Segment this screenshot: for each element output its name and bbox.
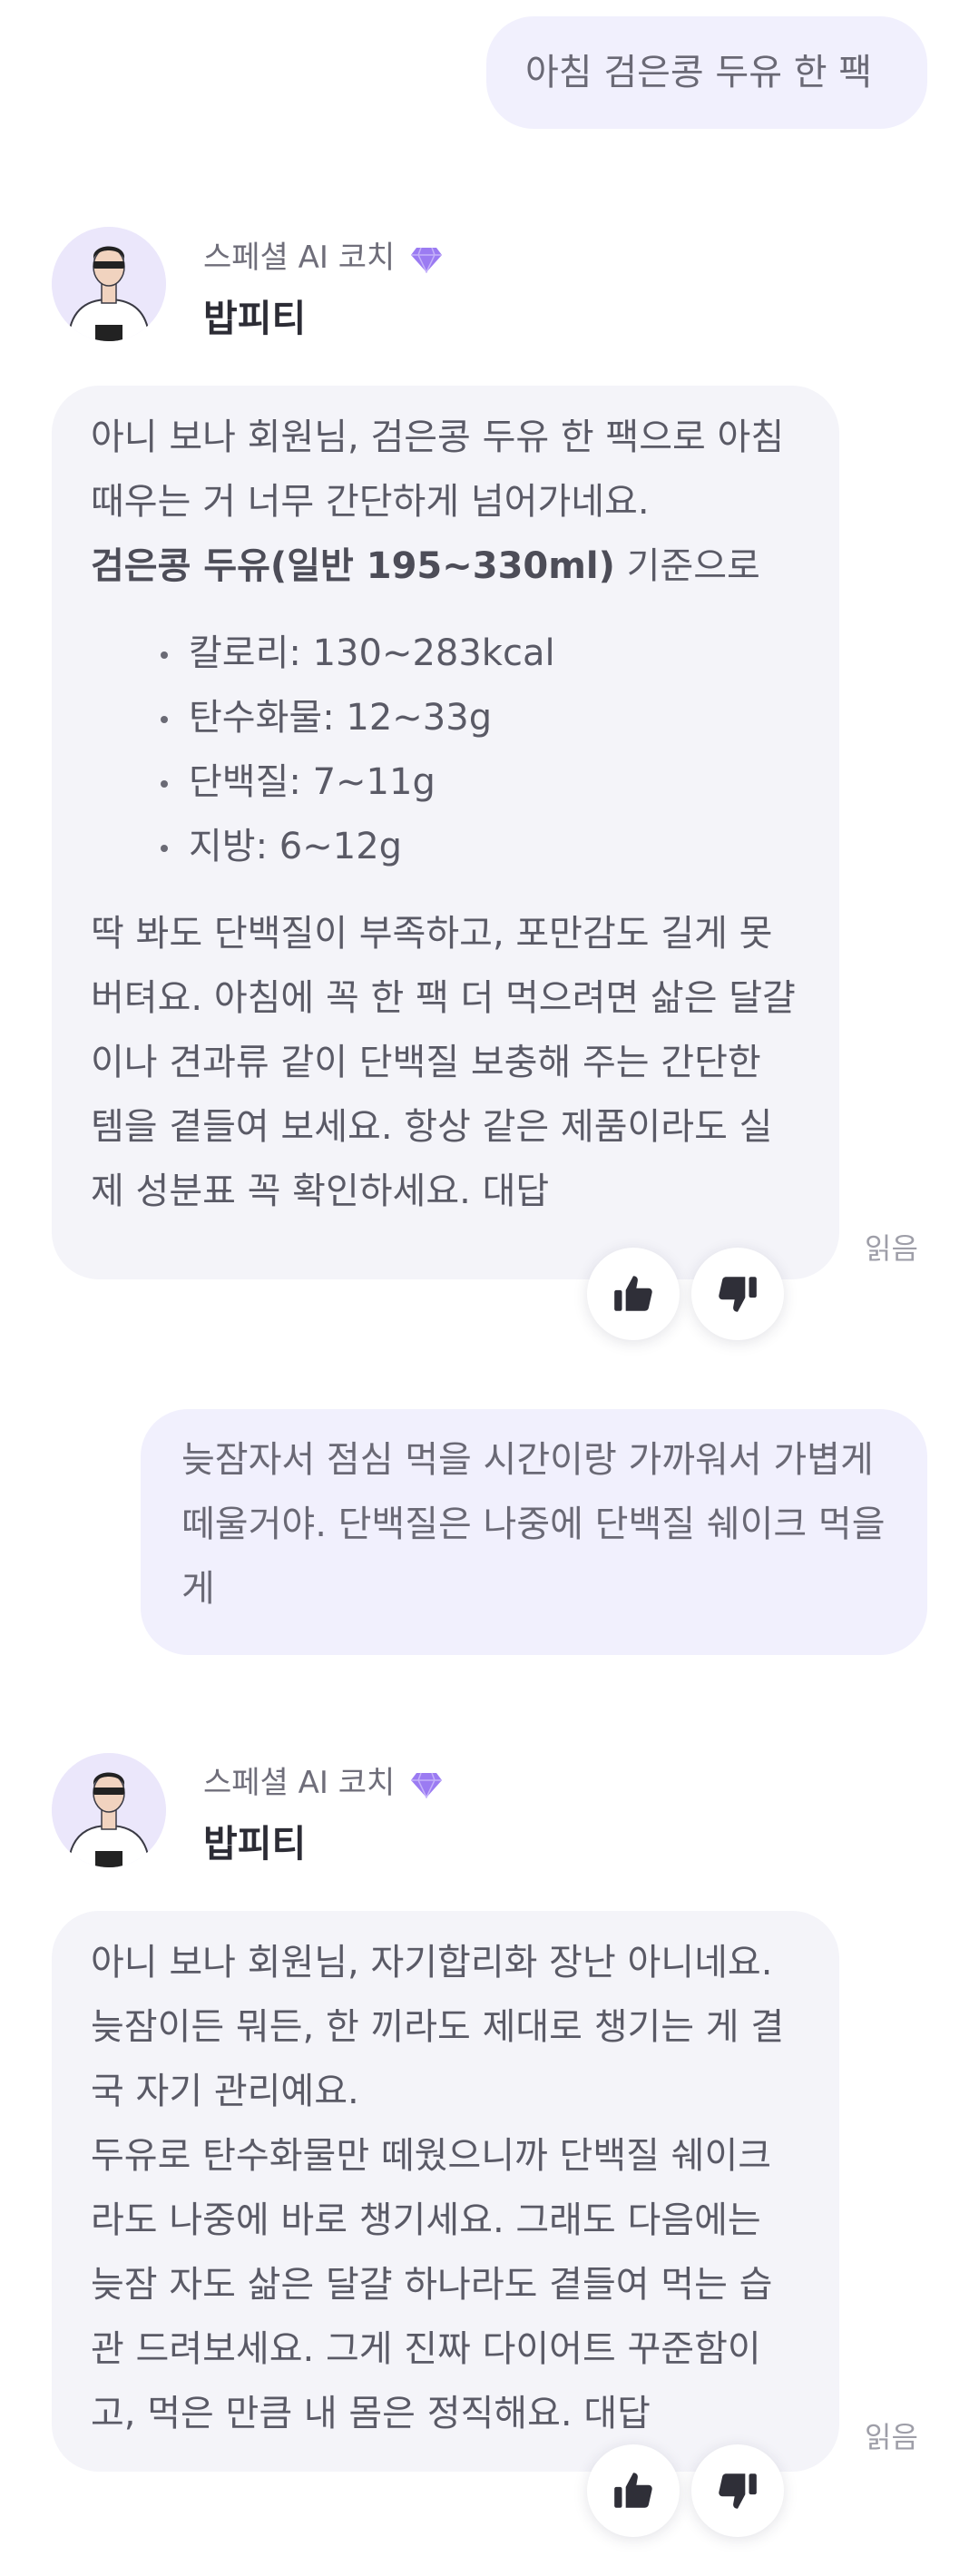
coach-avatar-icon	[52, 1753, 166, 1867]
coach-message-para2: 두유로 탄수화물만 떼웠으니까 단백질 쉐이크라도 나중에 바로 챙기세요. 그…	[91, 2135, 773, 2434]
coach-avatar[interactable]	[52, 1753, 166, 1867]
coach-message-para1: 아니 보나 회원님, 자기합리화 장난 아니네요. 늦잠이든 뭐든, 한 끼라도…	[91, 1942, 785, 2112]
list-item: 칼로리: 130~283kcal	[161, 622, 803, 686]
thumbs-down-icon	[719, 2473, 757, 2509]
gem-icon	[411, 247, 443, 273]
user-message-text: 늦잠자서 점심 먹을 시간이랑 가까워서 가볍게 떼울거야. 단백질은 나중에 …	[181, 1439, 886, 1610]
read-receipt: 읽음	[865, 2420, 918, 2454]
thumbs-down-icon	[719, 1277, 757, 1312]
user-message-bubble: 아침 검은콩 두유 한 팩	[486, 16, 927, 129]
list-item: 지방: 6~12g	[161, 815, 803, 879]
like-button[interactable]	[587, 2444, 680, 2537]
coach-avatar-icon	[52, 227, 166, 341]
gem-icon	[411, 1772, 443, 1798]
coach-message-basis: 검은콩 두유(일반 195~330ml) 기준으로	[91, 534, 803, 599]
nutrition-list: 칼로리: 130~283kcal 탄수화물: 12~33g 단백질: 7~11g…	[91, 622, 803, 879]
coach-message-bubble: 아니 보나 회원님, 자기합리화 장난 아니네요. 늦잠이든 뭐든, 한 끼라도…	[52, 1911, 839, 2472]
list-item: 탄수화물: 12~33g	[161, 686, 803, 750]
coach-message-bubble: 아니 보나 회원님, 검은콩 두유 한 팩으로 아침 때우는 거 너무 간단하게…	[52, 386, 839, 1279]
list-item: 단백질: 7~11g	[161, 750, 803, 815]
thumbs-up-icon	[614, 1276, 652, 1311]
coach-message-intro: 아니 보나 회원님, 검은콩 두유 한 팩으로 아침 때우는 거 너무 간단하게…	[91, 416, 785, 523]
user-message-text: 아침 검은콩 두유 한 팩	[525, 52, 873, 93]
like-button[interactable]	[587, 1248, 680, 1340]
coach-label: 스페셜 AI 코치	[203, 1758, 443, 1802]
thumbs-up-icon	[614, 2473, 652, 2508]
read-receipt: 읽음	[865, 1231, 918, 1266]
coach-avatar[interactable]	[52, 227, 166, 341]
coach-name: 밥피티	[203, 297, 307, 340]
coach-message-outro: 딱 봐도 단백질이 부족하고, 포만감도 길게 못 버텨요. 아침에 꼭 한 팩…	[91, 913, 796, 1212]
basis-bold-text: 검은콩 두유(일반 195~330ml)	[91, 545, 615, 587]
user-message-bubble: 늦잠자서 점심 먹을 시간이랑 가까워서 가볍게 떼울거야. 단백질은 나중에 …	[141, 1409, 927, 1655]
basis-rest-text: 기준으로	[614, 545, 760, 587]
coach-label-text: 스페셜 AI 코치	[203, 1765, 396, 1801]
coach-label: 스페셜 AI 코치	[203, 232, 443, 277]
dislike-button[interactable]	[691, 2444, 784, 2537]
coach-label-text: 스페셜 AI 코치	[203, 240, 396, 276]
dislike-button[interactable]	[691, 1248, 784, 1340]
coach-name: 밥피티	[203, 1822, 307, 1866]
